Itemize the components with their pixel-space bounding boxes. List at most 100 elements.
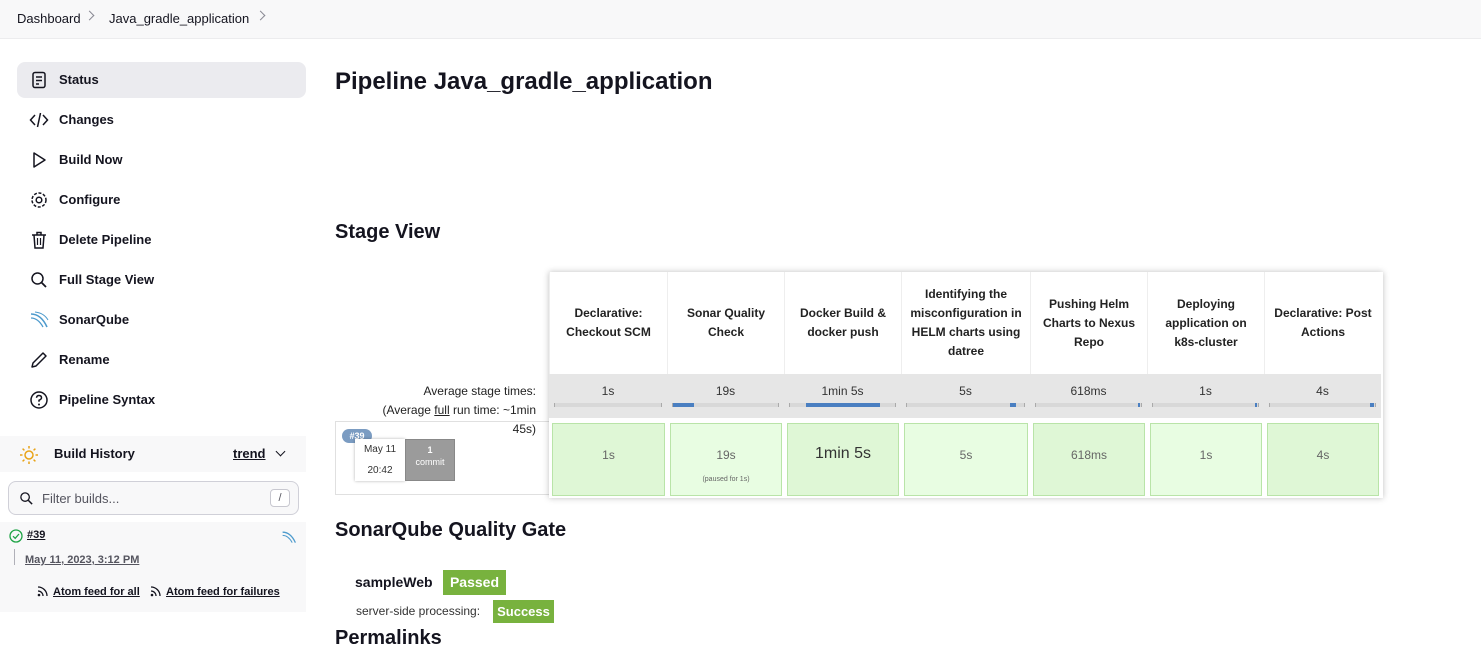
sidebar-item-label: Configure (59, 192, 121, 207)
breadcrumb-job[interactable]: Java_gradle_application (109, 11, 249, 26)
stage-run-cell[interactable]: 1s (1150, 423, 1262, 496)
stage-average-label: 5s (959, 384, 972, 398)
stage-name: Pushing Helm Charts to Nexus Repo (1042, 296, 1136, 349)
stage-duration-bar (672, 403, 779, 407)
sidebar-item-label: Pipeline Syntax (59, 392, 156, 407)
chevron-right-icon[interactable] (255, 10, 266, 21)
stage-duration-bar (1152, 403, 1259, 407)
sidebar-item-rename[interactable]: Rename (17, 342, 306, 378)
stage-average-time: 1s (549, 374, 667, 418)
quality-gate-status-badge: Passed (443, 570, 506, 595)
stage-header: Deploying application on k8s-cluster (1147, 272, 1264, 374)
sidebar-item-delete-pipeline[interactable]: Delete Pipeline (17, 222, 306, 258)
sonarqube-icon[interactable] (281, 529, 297, 545)
avg-label-prefix: (Average (382, 403, 435, 417)
stage-header: Declarative: Checkout SCM (549, 272, 667, 374)
stage-header: Sonar Quality Check (667, 272, 784, 374)
pencil-icon (31, 352, 47, 368)
sonar-project-name[interactable]: sampleWeb (355, 574, 433, 590)
full-run-link[interactable]: full (434, 403, 449, 417)
stage-average-label: 1min 5s (821, 384, 864, 398)
stage-view-title: Stage View (335, 221, 441, 243)
stage-run-cell[interactable]: 4s (1267, 423, 1379, 496)
search-icon (31, 272, 47, 288)
sidebar-item-label: Changes (59, 112, 114, 127)
stage-header: Identifying the misconfiguration in HELM… (901, 272, 1030, 374)
server-processing-status-badge: Success (493, 600, 554, 623)
trend-link[interactable]: trend (233, 446, 266, 461)
stage-run-cell[interactable]: 1min 5s (787, 423, 899, 496)
build-date-link[interactable]: May 11, 2023, 3:12 PM (25, 554, 139, 566)
search-icon (20, 492, 33, 505)
stage-average-label: 4s (1316, 384, 1329, 398)
stage-duration-fill (1138, 403, 1140, 407)
sidebar-item-build-now[interactable]: Build Now (17, 142, 306, 178)
stage-duration-fill (1255, 403, 1257, 407)
stage-duration-fill (1370, 403, 1374, 407)
build-row: #39 May 11, 2023, 3:12 PM Atom feed for … (0, 522, 306, 612)
sidebar-item-pipeline-syntax[interactable]: Pipeline Syntax (17, 382, 306, 418)
stage-average-label: 19s (715, 384, 736, 398)
stage-name: Declarative: Post Actions (1274, 306, 1372, 339)
stage-header: Pushing Helm Charts to Nexus Repo (1030, 272, 1147, 374)
stage-duration-bar (1269, 403, 1376, 407)
atom-feed-failures-link[interactable]: Atom feed for failures (166, 586, 280, 598)
stage-run-cell[interactable]: 1s (552, 423, 665, 496)
stage-run-duration: 1min 5s (814, 445, 872, 462)
permalinks-title: Permalinks (335, 627, 442, 649)
stage-run-duration: 618ms (1070, 448, 1108, 462)
stage-header: Docker Build & docker push (784, 272, 901, 374)
stage-name: Docker Build & docker push (799, 306, 886, 339)
rss-icon (37, 586, 48, 597)
stage-name: Sonar Quality Check (686, 306, 766, 339)
stage-average-time: 1s (1147, 374, 1264, 418)
stage-duration-fill (806, 403, 880, 407)
sidebar-item-status[interactable]: Status (17, 62, 306, 98)
stage-run-cell[interactable]: 5s (904, 423, 1028, 496)
sidebar-item-label: Full Stage View (59, 272, 155, 287)
build-link[interactable]: #39 (27, 529, 45, 541)
stage-average-time: 1min 5s (784, 374, 901, 418)
stage-run-duration: 4s (1316, 448, 1330, 462)
stage-run-cell[interactable]: 19s (paused for 1s) (670, 423, 782, 496)
commit-badge[interactable]: 1 commit (405, 439, 455, 481)
avg-label-line-2: (Average full run time: ~1min (336, 401, 536, 420)
sidebar-item-full-stage-view[interactable]: Full Stage View (17, 262, 306, 298)
sidebar-item-sonarqube[interactable]: SonarQube (17, 302, 306, 338)
stage-duration-bar (554, 403, 662, 407)
stage-duration-bar (789, 403, 896, 407)
chevron-down-icon[interactable] (275, 446, 286, 457)
stage-duration-fill (1010, 403, 1016, 407)
atom-feed-all-link[interactable]: Atom feed for all (53, 586, 140, 598)
stage-average-label: 1s (601, 384, 615, 398)
stage-average-label: 1s (1199, 384, 1212, 398)
shortcut-key: / (270, 489, 290, 507)
sonarqube-icon (30, 311, 49, 328)
stage-run-duration: 19s (716, 448, 736, 462)
stage-run-duration: 5s (959, 448, 973, 462)
stage-run-cell[interactable]: 618ms (1033, 423, 1145, 496)
avg-label-line-1: Average stage times: (423, 384, 536, 398)
stage-header: Declarative: Post Actions (1264, 272, 1381, 374)
sidebar-item-label: SonarQube (59, 312, 130, 327)
stage-name: Deploying application on k8s-cluster (1165, 296, 1247, 349)
sidebar-item-label: Rename (59, 352, 110, 367)
run-date-day: May 11 (363, 444, 397, 455)
stage-average-time: 5s (901, 374, 1030, 418)
status-icon (32, 71, 46, 89)
filter-builds-input[interactable]: Filter builds... / (8, 481, 299, 515)
sun-icon (20, 446, 38, 464)
code-icon (29, 112, 49, 128)
stage-run-note: (paused for 1s) (702, 476, 750, 483)
breadcrumb-dashboard[interactable]: Dashboard (17, 11, 81, 26)
build-history-header: Build History trend (0, 436, 306, 472)
sidebar-item-changes[interactable]: Changes (17, 102, 306, 138)
avg-label-suffix: run time: ~1min (449, 403, 536, 417)
stage-average-time: 19s (667, 374, 784, 418)
chevron-right-icon (84, 10, 95, 21)
sidebar-item-label: Build Now (59, 152, 123, 167)
stage-name: Declarative: Checkout SCM (566, 306, 651, 339)
gear-icon (31, 192, 47, 208)
sidebar-item-configure[interactable]: Configure (17, 182, 306, 218)
run-date-time: 20:42 (367, 465, 393, 476)
